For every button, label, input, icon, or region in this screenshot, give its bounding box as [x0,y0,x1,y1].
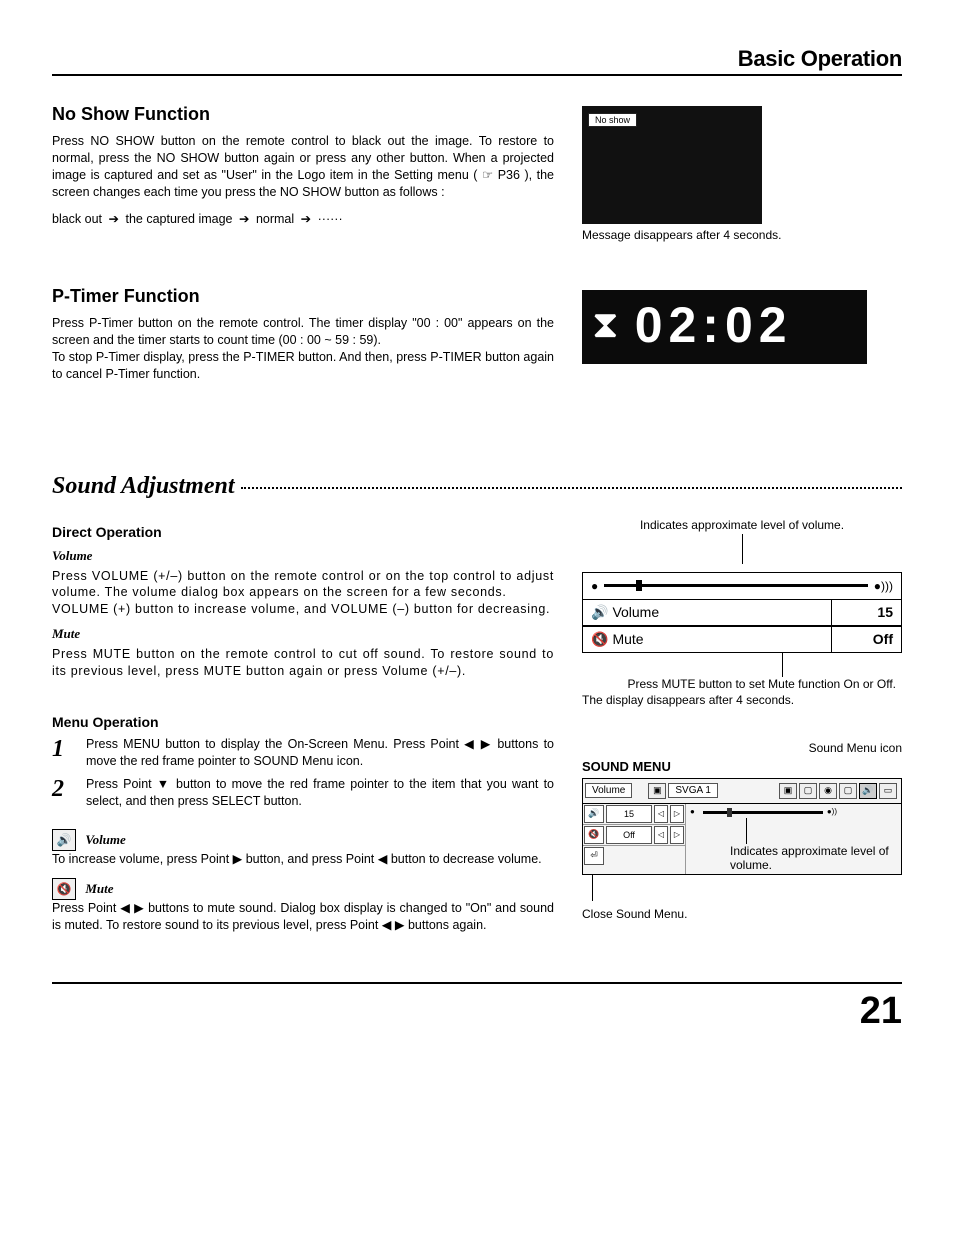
speaker-high-icon: ●))) [874,579,893,593]
sound-menu-icon-label: Sound Menu icon [582,741,902,755]
menu-icon-5: ▭ [879,783,897,799]
mute-paragraph: Press MUTE button on the remote control … [52,646,554,680]
page-bottom-rule [52,982,902,984]
direct-operation-title: Direct Operation [52,524,554,540]
volume-dialog: ● ●))) 🔊 Volume 15 🔇 Mute Off [582,572,902,653]
mute-inline-label: Mute [85,881,113,896]
ptimer-value: 02:02 [635,296,793,354]
menu-operation-title: Menu Operation [52,714,554,730]
menu-icon-sound: 🔊 [859,783,877,799]
noshow-preview-image: No show [582,106,762,224]
mute-inline-heading: 🔇 Mute [52,878,554,900]
volume-subtitle: Volume [52,548,554,564]
page-number: 21 [52,990,902,1033]
step-2-text: Press Point ▼ button to move the red fra… [86,776,554,810]
step-1: 1 Press MENU button to display the On-Sc… [52,736,554,770]
volume-approx-caption: Indicates approximate level of volume. [582,518,902,532]
volume-inline-label: Volume [85,832,125,847]
sm-left-arrow-icon: ◁ [654,805,668,823]
mute-dialog-row: 🔇 Mute Off [583,626,901,652]
step-1-text: Press MENU button to display the On-Scre… [86,736,554,770]
volume-inline-paragraph: To increase volume, press Point ▶ button… [52,851,554,868]
noshow-sequence: black out ➔ the captured image ➔ normal … [52,211,554,228]
mute-inline-paragraph: Press Point ◀ ▶ buttons to mute sound. D… [52,900,554,934]
decorative-dotted-line [241,487,902,489]
volume-slider-thumb [636,580,642,591]
sm-speaker-icon: 🔊 [584,805,604,823]
sound-menu-svga: SVGA 1 [668,783,718,798]
noshow-seq-c: normal [256,212,294,226]
ptimer-display: ⧗ 02:02 [582,290,867,364]
sm-mute-icon: 🔇 [584,826,604,844]
step-number-1: 1 [52,736,78,763]
volume-dialog-slider-row: ● ●))) [583,573,901,600]
noshow-seq-dots: ······ [318,212,343,226]
sound-menu-caption: Volume [585,783,632,798]
arrow-right-icon: ➔ [109,211,119,228]
sm-close-icon: ⏎ [584,847,604,865]
speaker-icon: 🔊 [52,829,76,851]
volume-dialog-disappear-caption: The display disappears after 4 seconds. [582,693,902,707]
ptimer-title: P-Timer Function [52,286,554,307]
leader-line [592,875,593,901]
noshow-seq-b: the captured image [125,212,232,226]
leader-line [746,818,747,844]
step-number-2: 2 [52,776,78,803]
volume-dialog-value: 15 [831,600,901,626]
sound-title: Sound Adjustment [52,473,235,500]
leader-line-mute [782,653,783,677]
sound-menu-figure: Sound Menu icon SOUND MENU Volume ▣ SVGA… [582,741,902,921]
sm-approx-caption: Indicates approximate level of volume. [730,844,897,872]
sm-mini-slider [703,811,823,814]
ptimer-paragraph: Press P-Timer button on the remote contr… [52,315,554,383]
sound-menu-panel: Volume ▣ SVGA 1 ▣ ▢ ◉ ▢ 🔊 ▭ [582,778,902,875]
sm-speaker-low-icon: ● [690,807,695,816]
arrow-right-icon: ➔ [301,211,311,228]
mute-dialog-label: Mute [612,631,643,647]
menu-chip-icon: ▣ [648,783,666,799]
arrow-right-icon: ➔ [239,211,249,228]
speaker-low-icon: ● [591,579,598,593]
menu-icon-4: ▢ [839,783,857,799]
noshow-message-overlay: No show [588,113,637,127]
step-2: 2 Press Point ▼ button to move the red f… [52,776,554,810]
noshow-seq-a: black out [52,212,102,226]
volume-dialog-label: Volume [612,604,659,620]
sm-right-arrow-icon: ▷ [670,826,684,844]
menu-icon-2: ▢ [799,783,817,799]
volume-paragraph: Press VOLUME (+/–) button on the remote … [52,568,554,619]
volume-inline-heading: 🔊 Volume [52,829,554,851]
volume-dialog-row: 🔊 Volume 15 [583,600,901,626]
menu-icon-3: ◉ [819,783,837,799]
volume-slider [604,584,868,587]
noshow-title: No Show Function [52,104,554,125]
noshow-caption: Message disappears after 4 seconds. [582,228,902,242]
sm-mute-value: Off [606,826,652,844]
sm-left-arrow-icon: ◁ [654,826,668,844]
menu-icon-1: ▣ [779,783,797,799]
leader-line [742,534,743,564]
sm-close-caption: Close Sound Menu. [582,907,902,921]
noshow-paragraph: Press NO SHOW button on the remote contr… [52,133,554,201]
hourglass-icon: ⧗ [592,304,625,347]
speaker-icon: 🔊 [591,604,608,621]
speaker-mute-icon: 🔇 [591,631,608,648]
mute-hint-caption: Press MUTE button to set Mute function O… [582,677,902,691]
mute-subtitle: Mute [52,626,554,642]
mute-dialog-value: Off [831,627,901,652]
speaker-mute-icon: 🔇 [52,878,76,900]
sm-right-arrow-icon: ▷ [670,805,684,823]
sm-volume-value: 15 [606,805,652,823]
page-header-title: Basic Operation [52,0,902,76]
sound-menu-title: SOUND MENU [582,759,902,774]
sm-speaker-high-icon: ●)) [827,807,837,816]
